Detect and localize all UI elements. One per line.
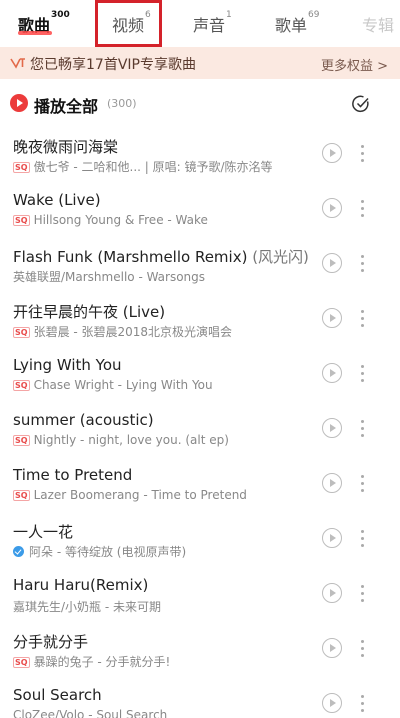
sq-badge: SQ — [13, 657, 30, 668]
song-title: Haru Haru(Remix) — [13, 576, 149, 594]
song-title: 一人一花 — [13, 523, 74, 541]
song-row[interactable]: Lying With You SQ Chase Wright - Lying Wi… — [0, 346, 400, 401]
play-circle-outline-icon[interactable] — [322, 418, 342, 438]
more-vertical-icon[interactable] — [360, 363, 366, 383]
sq-badge: SQ — [13, 215, 30, 226]
song-title: Lying With You — [13, 356, 122, 374]
checkmark-circle-icon[interactable] — [352, 95, 370, 113]
song-subtitle: SQ 张碧晨 - 张碧晨2018北京极光演唱会 — [13, 325, 233, 339]
tab-sounds[interactable]: 声音1 — [193, 10, 232, 36]
song-row[interactable]: summer (acoustic) SQ Nightly - night, lov… — [0, 401, 400, 456]
vip-more-benefits-link[interactable]: 更多权益 > — [321, 55, 388, 74]
song-row[interactable]: Flash Funk (Marshmello Remix) (风光闪) 英雄联盟… — [0, 236, 400, 291]
play-circle-icon[interactable] — [10, 94, 28, 112]
song-subtitle: 英雄联盟/Marshmello - Warsongs — [13, 270, 206, 284]
sq-badge: SQ — [13, 435, 30, 446]
song-subtitle: 嘉琪先生/小奶瓶 - 未来可期 — [13, 600, 162, 614]
more-vertical-icon[interactable] — [360, 528, 366, 548]
song-title: Time to Pretend — [13, 466, 133, 484]
tab-playlists[interactable]: 歌单69 — [275, 10, 320, 36]
more-vertical-icon[interactable] — [360, 143, 366, 163]
play-circle-outline-icon[interactable] — [322, 528, 342, 548]
vip-banner-text: 您已畅享17首VIP专享歌曲 — [30, 57, 196, 73]
song-subtitle: SQ Chase Wright - Lying With You — [13, 378, 213, 392]
song-subtitle: SQ Lazer Boomerang - Time to Pretend — [13, 488, 247, 502]
more-vertical-icon[interactable] — [360, 638, 366, 658]
tab-albums-label: 专辑 — [362, 16, 395, 35]
sq-badge: SQ — [13, 490, 30, 501]
song-row[interactable]: 一人一花 阿朵 - 等待绽放 (电视原声带) — [0, 511, 400, 566]
more-vertical-icon[interactable] — [360, 473, 366, 493]
sq-badge: SQ — [13, 327, 30, 338]
song-title: 晚夜微雨问海棠 — [13, 138, 119, 156]
song-title: 开往早晨的午夜 (Live) — [13, 303, 166, 321]
song-row[interactable]: Haru Haru(Remix) 嘉琪先生/小奶瓶 - 未来可期 — [0, 566, 400, 621]
play-circle-outline-icon[interactable] — [322, 638, 342, 658]
tab-playlists-count: 69 — [308, 10, 320, 20]
videos-tab-highlight-box — [95, 0, 162, 47]
sq-badge: SQ — [13, 162, 30, 173]
song-title: Wake (Live) — [13, 191, 101, 209]
song-title: summer (acoustic) — [13, 411, 154, 429]
play-circle-outline-icon[interactable] — [322, 363, 342, 383]
tab-playlists-label: 歌单 — [275, 16, 308, 35]
more-vertical-icon[interactable] — [360, 308, 366, 328]
tab-sounds-count: 1 — [226, 10, 232, 20]
song-row[interactable]: Wake (Live) SQ Hillsong Young & Free - Wa… — [0, 181, 400, 236]
song-row[interactable]: Soul Search CloZee/Volo - Soul Search — [0, 676, 400, 718]
play-all-label[interactable]: 播放全部 — [34, 93, 98, 117]
play-circle-outline-icon[interactable] — [322, 693, 342, 713]
song-subtitle: SQ Nightly - night, love you. (alt ep) — [13, 433, 229, 447]
more-vertical-icon[interactable] — [360, 198, 366, 218]
vip-banner[interactable]: 您已畅享17首VIP专享歌曲 更多权益 > — [0, 47, 400, 79]
song-subtitle: SQ Hillsong Young & Free - Wake — [13, 213, 208, 227]
tab-sounds-label: 声音 — [193, 16, 226, 35]
tab-active-indicator — [18, 31, 52, 35]
play-circle-outline-icon[interactable] — [322, 473, 342, 493]
more-vertical-icon[interactable] — [360, 693, 366, 713]
more-vertical-icon[interactable] — [360, 418, 366, 438]
song-title: Flash Funk (Marshmello Remix) (风光闪) — [13, 248, 309, 266]
sq-badge: SQ — [13, 380, 30, 391]
more-vertical-icon[interactable] — [360, 253, 366, 273]
song-row[interactable]: 分手就分手 SQ 暴躁的兔子 - 分手就分手! — [0, 621, 400, 676]
vip-icon — [10, 58, 25, 69]
play-all-bar[interactable]: 播放全部 (300) — [0, 86, 400, 122]
play-circle-outline-icon[interactable] — [322, 308, 342, 328]
tab-bar: 歌曲300 视频6 声音1 歌单69 专辑 — [0, 0, 400, 44]
song-subtitle: 阿朵 - 等待绽放 (电视原声带) — [13, 543, 186, 560]
tab-songs-count: 300 — [51, 10, 70, 20]
song-title: Soul Search — [13, 686, 102, 704]
song-title: 分手就分手 — [13, 633, 89, 651]
tab-albums[interactable]: 专辑 — [362, 12, 394, 36]
song-row[interactable]: 晚夜微雨问海棠 SQ 傲七爷 - 二哈和他... | 原唱: 镜予歌/陈亦洺等 — [0, 126, 400, 181]
play-circle-outline-icon[interactable] — [322, 253, 342, 273]
song-subtitle: CloZee/Volo - Soul Search — [13, 708, 168, 718]
play-all-count: (300) — [107, 97, 137, 110]
play-circle-outline-icon[interactable] — [322, 198, 342, 218]
verified-icon — [13, 546, 24, 557]
song-subtitle: SQ 傲七爷 - 二哈和他... | 原唱: 镜予歌/陈亦洺等 — [13, 160, 273, 174]
song-subtitle: SQ 暴躁的兔子 - 分手就分手! — [13, 655, 171, 669]
song-row[interactable]: Time to Pretend SQ Lazer Boomerang - Time… — [0, 456, 400, 511]
play-circle-outline-icon[interactable] — [322, 583, 342, 603]
more-vertical-icon[interactable] — [360, 583, 366, 603]
play-circle-outline-icon[interactable] — [322, 143, 342, 163]
song-row[interactable]: 开往早晨的午夜 (Live) SQ 张碧晨 - 张碧晨2018北京极光演唱会 — [0, 291, 400, 346]
